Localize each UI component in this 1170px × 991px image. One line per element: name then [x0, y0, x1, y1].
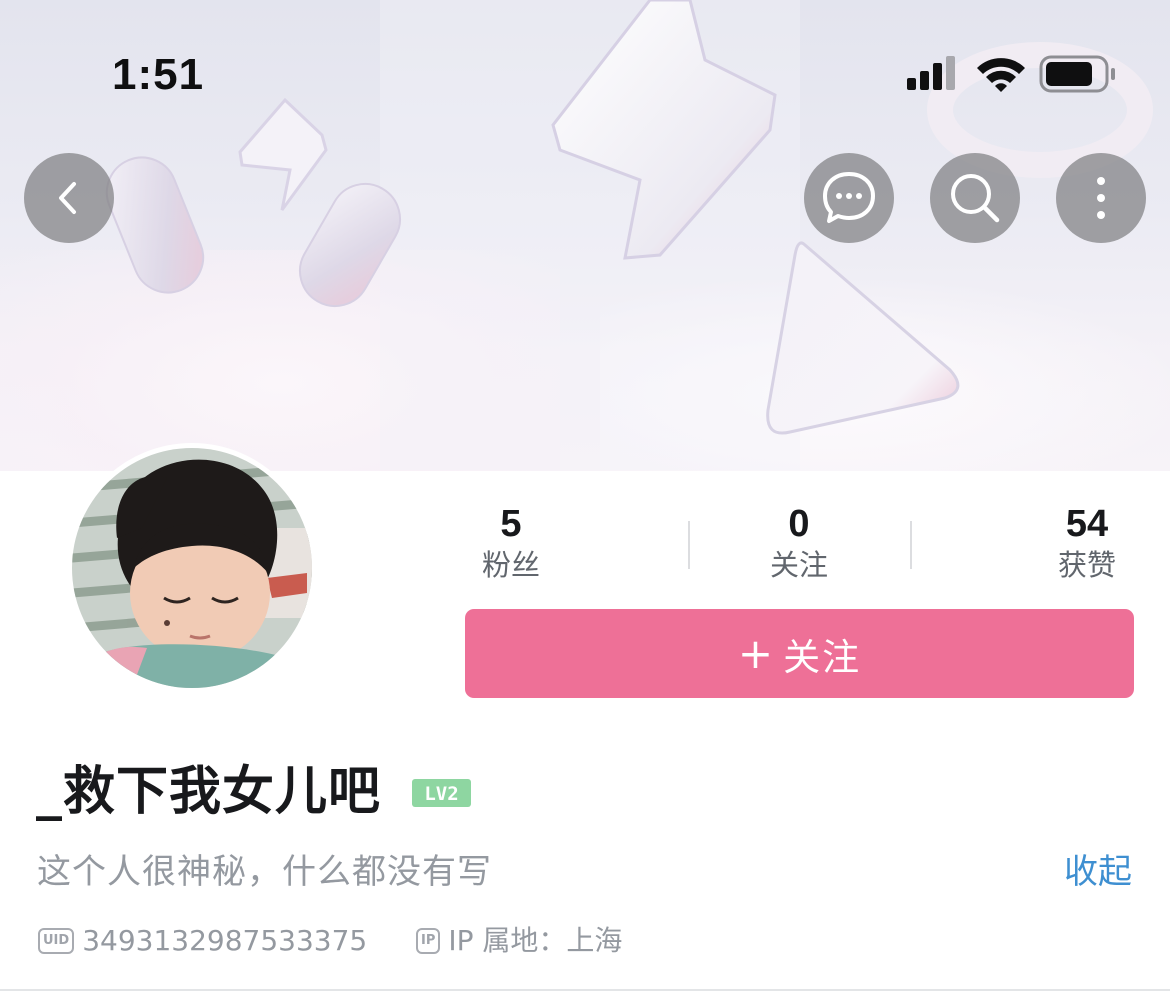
chat-bubble-icon — [823, 172, 875, 223]
profile-bio: 这个人很神秘，什么都没有写 — [37, 852, 492, 892]
search-icon — [951, 174, 1000, 223]
level-badge-text: LV2 — [424, 783, 458, 805]
battery-icon — [1039, 55, 1115, 93]
cellular-signal-icon — [907, 56, 955, 90]
more-vertical-icon — [1097, 177, 1105, 219]
stat-following-count: 0 — [788, 503, 810, 545]
follow-button[interactable]: + 关注 — [465, 609, 1134, 698]
more-button[interactable] — [1056, 153, 1146, 243]
stat-likes-count: 54 — [1065, 503, 1109, 545]
status-time: 1:51 — [112, 50, 205, 99]
uid-icon: UID — [38, 928, 75, 954]
uid-value: 3493132987533375 — [82, 924, 368, 957]
level-badge: LV2 — [412, 779, 471, 807]
stat-divider — [688, 521, 690, 569]
stat-following[interactable]: 0 关注 — [729, 502, 869, 584]
plus-icon: + — [737, 629, 776, 678]
ip-location: IP 属地：上海 — [448, 924, 623, 957]
collapse-link[interactable]: 收起 — [1064, 850, 1132, 894]
stat-likes[interactable]: 54 获赞 — [1017, 502, 1157, 584]
uid-info: UID 3493132987533375 — [38, 922, 367, 960]
stat-divider — [910, 521, 912, 569]
message-button[interactable] — [804, 153, 894, 243]
stat-following-label: 关注 — [769, 548, 828, 582]
profile-name: _救下我女儿吧 — [36, 762, 382, 822]
back-button[interactable] — [24, 153, 114, 243]
ip-info: IP IP 属地：上海 — [416, 922, 622, 960]
ip-icon: IP — [416, 928, 441, 954]
follow-button-label: 关注 — [783, 635, 862, 679]
stat-followers-count: 5 — [500, 503, 522, 545]
avatar-image — [72, 448, 312, 688]
wifi-icon — [977, 58, 1025, 92]
avatar[interactable] — [67, 443, 317, 693]
search-button[interactable] — [930, 153, 1020, 243]
chevron-left-icon — [59, 182, 76, 214]
stat-likes-label: 获赞 — [1057, 548, 1116, 582]
stat-followers[interactable]: 5 粉丝 — [441, 502, 581, 584]
stat-followers-label: 粉丝 — [481, 548, 540, 582]
status-icons — [907, 55, 1115, 93]
